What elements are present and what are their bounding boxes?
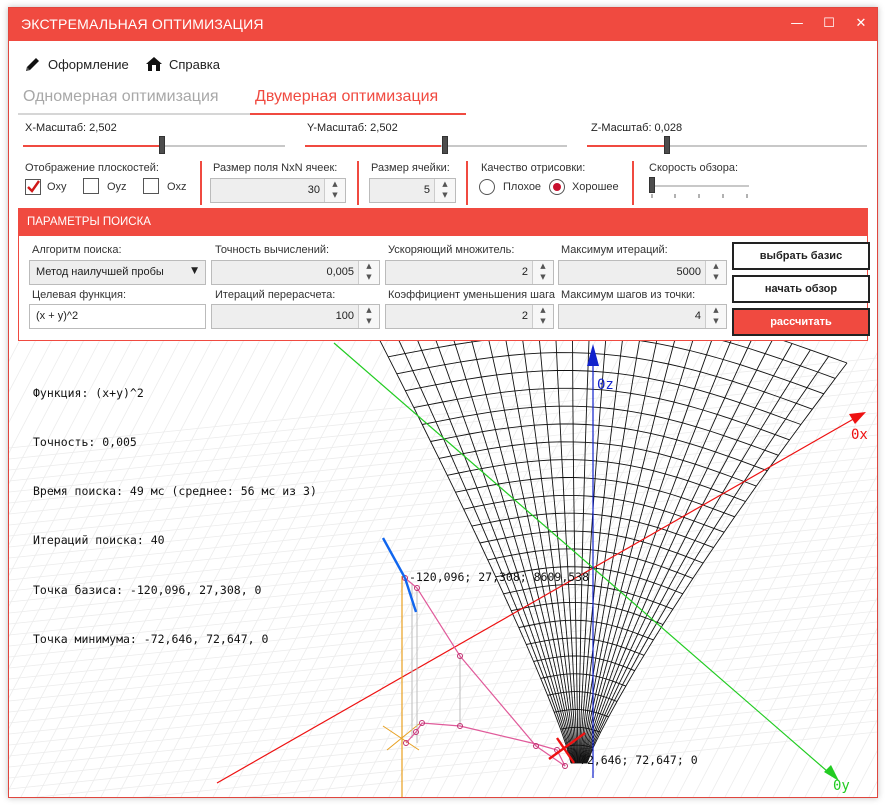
chevron-up-icon[interactable]: ▲ — [359, 305, 379, 316]
info-iterations: Итераций поиска: 40 — [33, 533, 165, 548]
calculate-button[interactable]: рассчитать — [732, 308, 870, 336]
search-params-panel: ПАРАМЕТРЫ ПОИСКА Алгоритм поиска: Метод … — [18, 208, 870, 341]
precision-stepper[interactable]: 0,005 ▲ ▼ — [211, 260, 380, 285]
max-iter-stepper[interactable]: 5000 ▲ ▼ — [558, 260, 727, 285]
accel-value: 2 — [521, 266, 528, 278]
max-steps-stepper[interactable]: 4 ▲ ▼ — [558, 304, 727, 329]
max-iter-arrows[interactable]: ▲ ▼ — [705, 261, 726, 284]
max-steps-value: 4 — [694, 310, 701, 322]
max-iter-label: Максимум итераций: — [561, 244, 668, 256]
axis-x-label: 0x — [851, 427, 868, 443]
precision-label: Точность вычислений: — [215, 244, 330, 256]
algorithm-value: Метод наилучшей пробы — [36, 266, 164, 278]
algorithm-select[interactable]: Метод наилучшей пробы ▼ — [29, 260, 206, 285]
accel-arrows[interactable]: ▲ ▼ — [532, 261, 553, 284]
accel-stepper[interactable]: 2 ▲ ▼ — [385, 260, 554, 285]
chevron-down-icon[interactable]: ▼ — [533, 272, 553, 283]
target-function-value: (x + y)^2 — [36, 310, 79, 322]
info-basis: Точка базиса: -120,096, 27,308, 0 — [33, 582, 262, 597]
chevron-down-icon[interactable]: ▼ — [191, 266, 198, 276]
chevron-down-icon[interactable]: ▼ — [533, 316, 553, 327]
reduce-arrows[interactable]: ▲ ▼ — [532, 305, 553, 328]
chevron-up-icon[interactable]: ▲ — [706, 305, 726, 316]
start-point-label: -120,096; 27,308; 8609,538 — [409, 570, 589, 584]
reduce-value: 2 — [521, 310, 528, 322]
min-point-label: -72,646; 72,647; 0 — [573, 753, 698, 767]
info-minimum: Точка минимума: -72,646, 72,647, 0 — [33, 631, 269, 646]
accel-label: Ускоряющий множитель: — [388, 244, 515, 256]
chevron-up-icon[interactable]: ▲ — [706, 261, 726, 272]
chevron-up-icon[interactable]: ▲ — [533, 305, 553, 316]
chevron-down-icon[interactable]: ▼ — [706, 272, 726, 283]
max-iter-value: 5000 — [676, 266, 701, 278]
recalc-stepper[interactable]: 100 ▲ ▼ — [211, 304, 380, 329]
recalc-arrows[interactable]: ▲ ▼ — [358, 305, 379, 328]
recalc-label: Итераций перерасчета: — [215, 289, 336, 301]
start-view-button[interactable]: начать обзор — [732, 275, 870, 303]
basis-cross-line — [386, 723, 420, 751]
max-steps-label: Максимум шагов из точки: — [561, 289, 696, 301]
precision-value: 0,005 — [326, 266, 354, 278]
reduce-label: Коэффициент уменьшения шага: — [388, 289, 555, 301]
result-info: Функция: (x+y)^2 Точность: 0,005 Время п… — [33, 352, 317, 680]
target-function-label: Целевая функция: — [32, 289, 127, 301]
chevron-up-icon[interactable]: ▲ — [359, 261, 379, 272]
chevron-down-icon[interactable]: ▼ — [359, 272, 379, 283]
precision-arrows[interactable]: ▲ ▼ — [358, 261, 379, 284]
reduce-stepper[interactable]: 2 ▲ ▼ — [385, 304, 554, 329]
info-time: Время поиска: 49 мс (среднее: 56 мс из 3… — [33, 484, 317, 499]
target-function-input[interactable]: (x + y)^2 — [29, 304, 206, 329]
app-window: ЭКСТРЕМАЛЬНАЯ ОПТИМИЗАЦИЯ — ☐ ✕ Оформлен… — [8, 7, 878, 798]
axis-y-label: 0y — [833, 778, 850, 794]
choose-basis-button[interactable]: выбрать базис — [732, 242, 870, 270]
info-precision: Точность: 0,005 — [33, 435, 137, 450]
axis-z-label: 0z — [597, 377, 614, 393]
chevron-down-icon[interactable]: ▼ — [706, 316, 726, 327]
recalc-value: 100 — [335, 310, 354, 322]
chevron-up-icon[interactable]: ▲ — [533, 261, 553, 272]
chevron-down-icon[interactable]: ▼ — [359, 316, 379, 327]
algorithm-label: Алгоритм поиска: — [32, 244, 122, 256]
max-steps-arrows[interactable]: ▲ ▼ — [705, 305, 726, 328]
search-params-header: ПАРАМЕТРЫ ПОИСКА — [19, 209, 867, 236]
info-function: Функция: (x+y)^2 — [33, 385, 144, 400]
axis-x-arrow — [849, 412, 866, 424]
